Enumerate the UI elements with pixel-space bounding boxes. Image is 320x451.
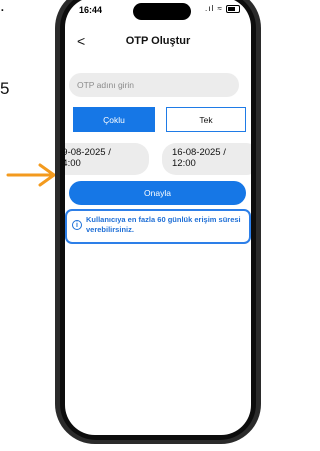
system-icons: .ıl ≈ (205, 4, 241, 13)
page-title: OTP Oluştur (125, 35, 191, 47)
mode-single-button[interactable]: Tek (166, 107, 246, 132)
end-time-text: 12:00 (172, 158, 196, 169)
start-time-text: 14:00 (65, 158, 81, 169)
wifi-icon: ≈ (217, 4, 223, 13)
annotation-arrow-icon (6, 163, 56, 187)
battery-icon (226, 4, 241, 13)
mode-multi-button[interactable]: Çoklu (73, 107, 155, 132)
end-date-text: 16-08-2025 / (172, 147, 226, 158)
end-datetime-field[interactable]: 16-08-2025 / 12:00 (162, 143, 251, 175)
info-banner-text: Kullanıcıya en fazla 60 günlük erişim sü… (86, 215, 241, 234)
confirm-button[interactable]: Onayla (69, 181, 246, 205)
otp-name-input[interactable] (69, 73, 239, 97)
info-banner: i Kullanıcıya en fazla 60 günlük erişim … (65, 209, 251, 244)
left-edge-text-fragment: . (0, 0, 5, 15)
start-datetime-field[interactable]: 09-08-2025 / 14:00 (65, 143, 149, 175)
start-date-text: 09-08-2025 / (65, 147, 111, 158)
dynamic-island (133, 3, 191, 20)
status-bar: 16:44 .ıl ≈ (65, 0, 251, 23)
status-time: 16:44 (79, 5, 103, 15)
info-icon: i (72, 220, 82, 230)
signal-icon: .ıl (205, 4, 215, 13)
navigation-bar: < OTP Oluştur (65, 31, 251, 53)
phone-screen: 16:44 .ıl ≈ < OTP Oluştur Çoklu Tek 09-0… (65, 0, 251, 435)
left-edge-number-fragment: 5 (0, 79, 10, 98)
